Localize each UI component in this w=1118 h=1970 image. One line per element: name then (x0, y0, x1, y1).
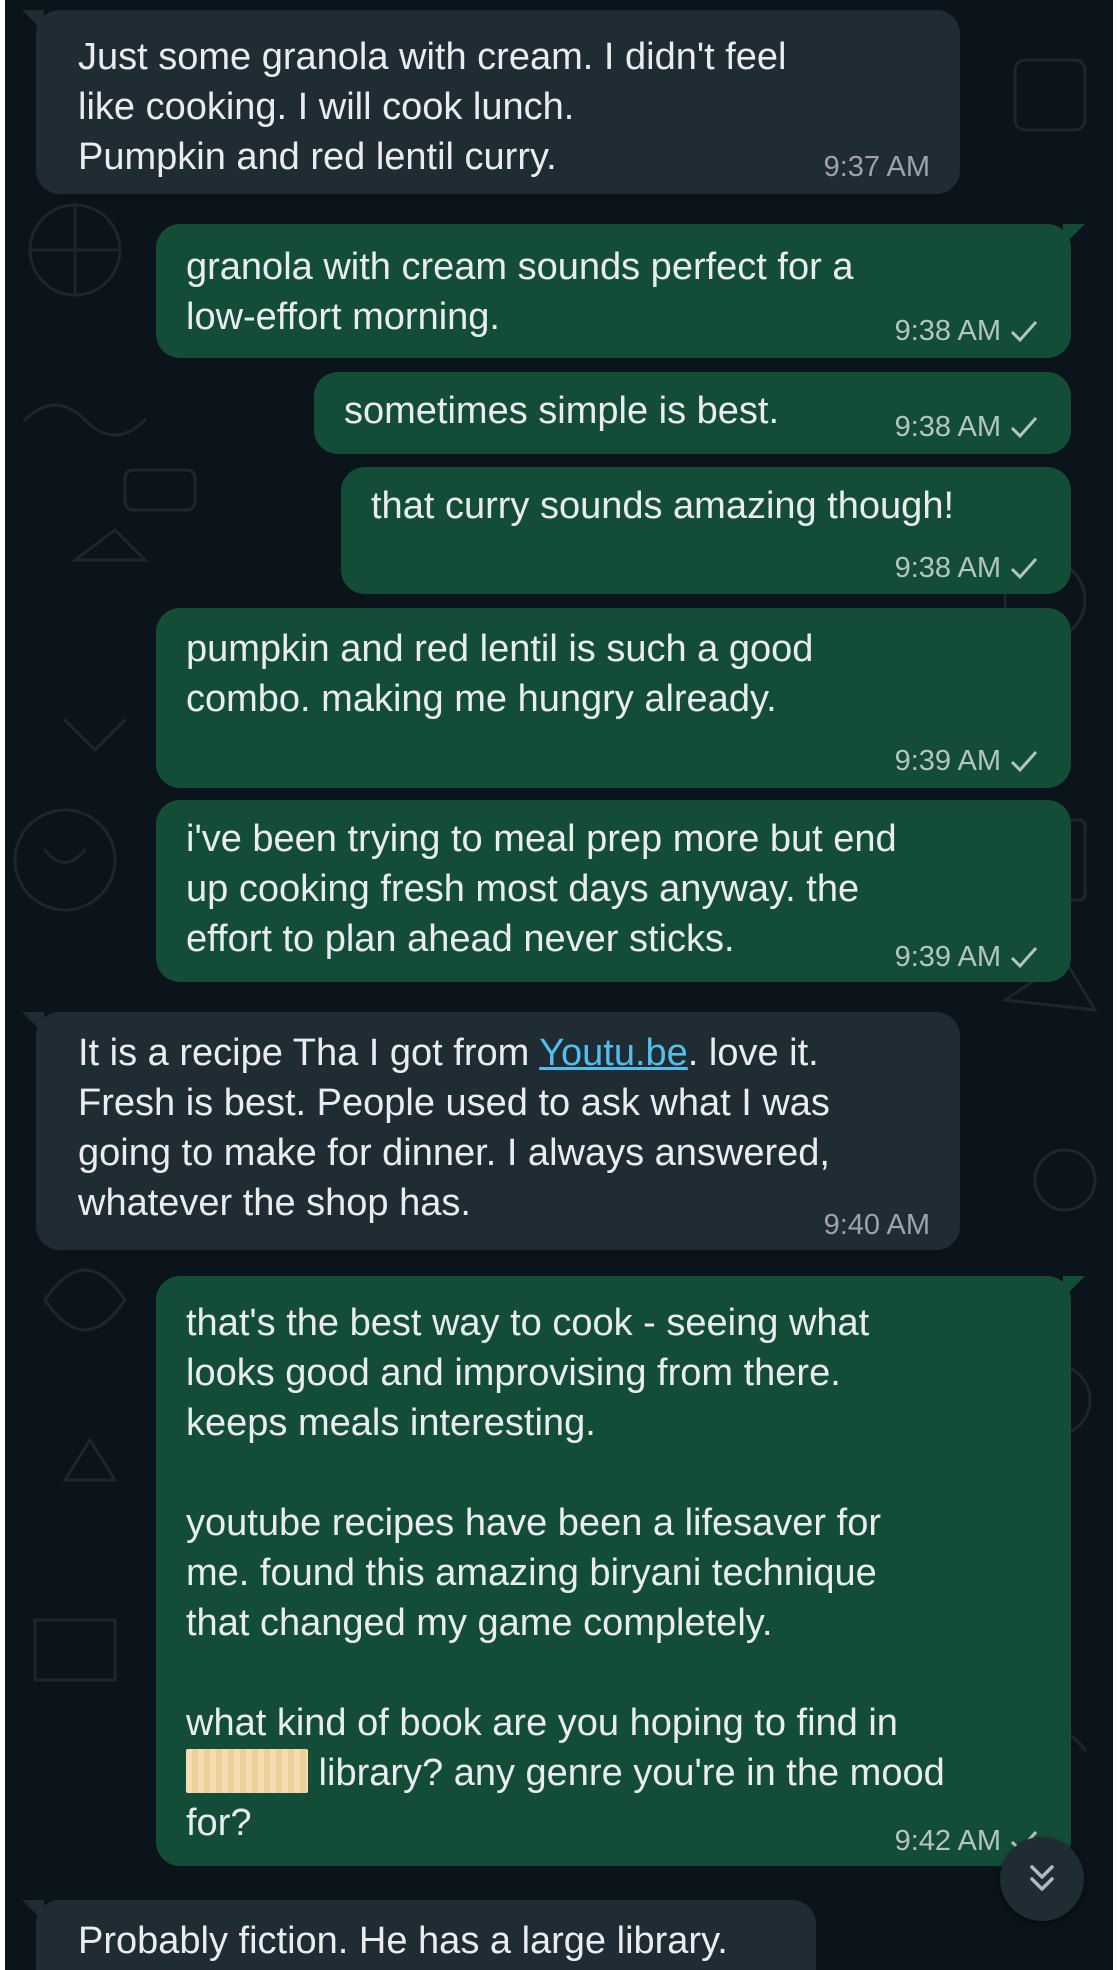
sent-check-icon (1010, 751, 1038, 773)
message-text-line: what kind of book are you hoping to find… (186, 1702, 898, 1744)
message-text-line: sometimes simple is best. (344, 390, 780, 432)
sent-check-icon (1010, 321, 1038, 343)
message-text-line: Just some granola with cream. I didn't f… (78, 36, 787, 78)
message-bubble-outgoing[interactable]: pumpkin and red lentil is such a good co… (156, 608, 1071, 788)
message-text-line: like cooking. I will cook lunch. (78, 86, 575, 128)
youtube-link[interactable]: Youtu.be (539, 1032, 688, 1074)
message-timestamp: 9:37 AM (823, 151, 930, 183)
message-text-line: library? any genre you're in the mood (186, 1748, 945, 1798)
message-text-line: Pumpkin and red lentil curry. (78, 136, 557, 178)
message-bubble-incoming[interactable]: It is a recipe Tha I got from Youtu.be. … (22, 1012, 960, 1250)
message-bubble-outgoing[interactable]: that's the best way to cook - seeing wha… (156, 1276, 1085, 1866)
message-timestamp: 9:38 AM (894, 411, 1001, 443)
chat-window: Just some granola with cream. I didn't f… (5, 0, 1113, 1970)
message-bubble-outgoing[interactable]: that curry sounds amazing though! 9:38 A… (341, 467, 1071, 594)
sent-check-icon (1010, 558, 1038, 580)
message-text-line: whatever the shop has. (78, 1182, 471, 1224)
message-text-line: low-effort morning. (186, 296, 500, 338)
message-text-line: me. found this amazing biryani technique (186, 1552, 877, 1594)
message-bubble-outgoing[interactable]: i've been trying to meal prep more but e… (156, 800, 1071, 982)
message-text-line: that changed my game completely. (186, 1602, 773, 1644)
message-text-line: Fresh is best. People used to ask what I… (78, 1082, 830, 1124)
message-text-line: that curry sounds amazing though! (371, 485, 955, 527)
message-text-line: going to make for dinner. I always answe… (78, 1132, 830, 1174)
message-text-line: keeps meals interesting. (186, 1402, 596, 1444)
message-text-line: granola with cream sounds perfect for a (186, 246, 854, 288)
message-text-line: i've been trying to meal prep more but e… (186, 818, 897, 860)
message-text-line: Probably fiction. He has a large library… (78, 1920, 728, 1962)
message-text-line: up cooking fresh most days anyway. the (186, 868, 860, 910)
message-text-segment: It is a recipe Tha I got from (78, 1032, 540, 1074)
message-text-line: looks good and improvising from there. (186, 1352, 841, 1394)
message-bubble-outgoing[interactable]: granola with cream sounds perfect for a … (156, 224, 1085, 358)
scroll-to-bottom-button[interactable] (1000, 1837, 1084, 1921)
message-text-line: combo. making me hungry already. (186, 678, 777, 720)
message-timestamp: 9:42 AM (894, 1825, 1001, 1857)
message-text-line: for? (186, 1802, 252, 1844)
message-text-line: youtube recipes have been a lifesaver fo… (186, 1502, 881, 1544)
message-bubble-outgoing[interactable]: sometimes simple is best. 9:38 AM (314, 372, 1071, 454)
double-chevron-down-icon (1030, 1865, 1054, 1891)
message-text-line: It is a recipe Tha I got from Youtu.be. … (78, 1028, 830, 1078)
message-timestamp: 9:38 AM (894, 315, 1001, 347)
message-text-segment: . love it. (687, 1032, 819, 1074)
message-text-line: pumpkin and red lentil is such a good (186, 628, 814, 670)
message-timestamp: 9:40 AM (823, 1209, 930, 1241)
sent-check-icon (1010, 417, 1038, 439)
sent-check-icon (1010, 947, 1038, 969)
message-text-line: that's the best way to cook - seeing wha… (186, 1302, 870, 1344)
message-timestamp: 9:38 AM (894, 552, 1001, 584)
message-text-segment: library? any genre you're in the mood (308, 1752, 945, 1794)
message-text-line: effort to plan ahead never sticks. (186, 918, 735, 960)
message-timestamp: 9:39 AM (894, 745, 1001, 777)
redacted-text-block (186, 1749, 308, 1793)
message-bubble-incoming[interactable]: Just some granola with cream. I didn't f… (22, 10, 960, 194)
message-timestamp: 9:39 AM (894, 941, 1001, 973)
message-bubble-incoming[interactable]: Probably fiction. He has a large library… (22, 1900, 816, 1970)
